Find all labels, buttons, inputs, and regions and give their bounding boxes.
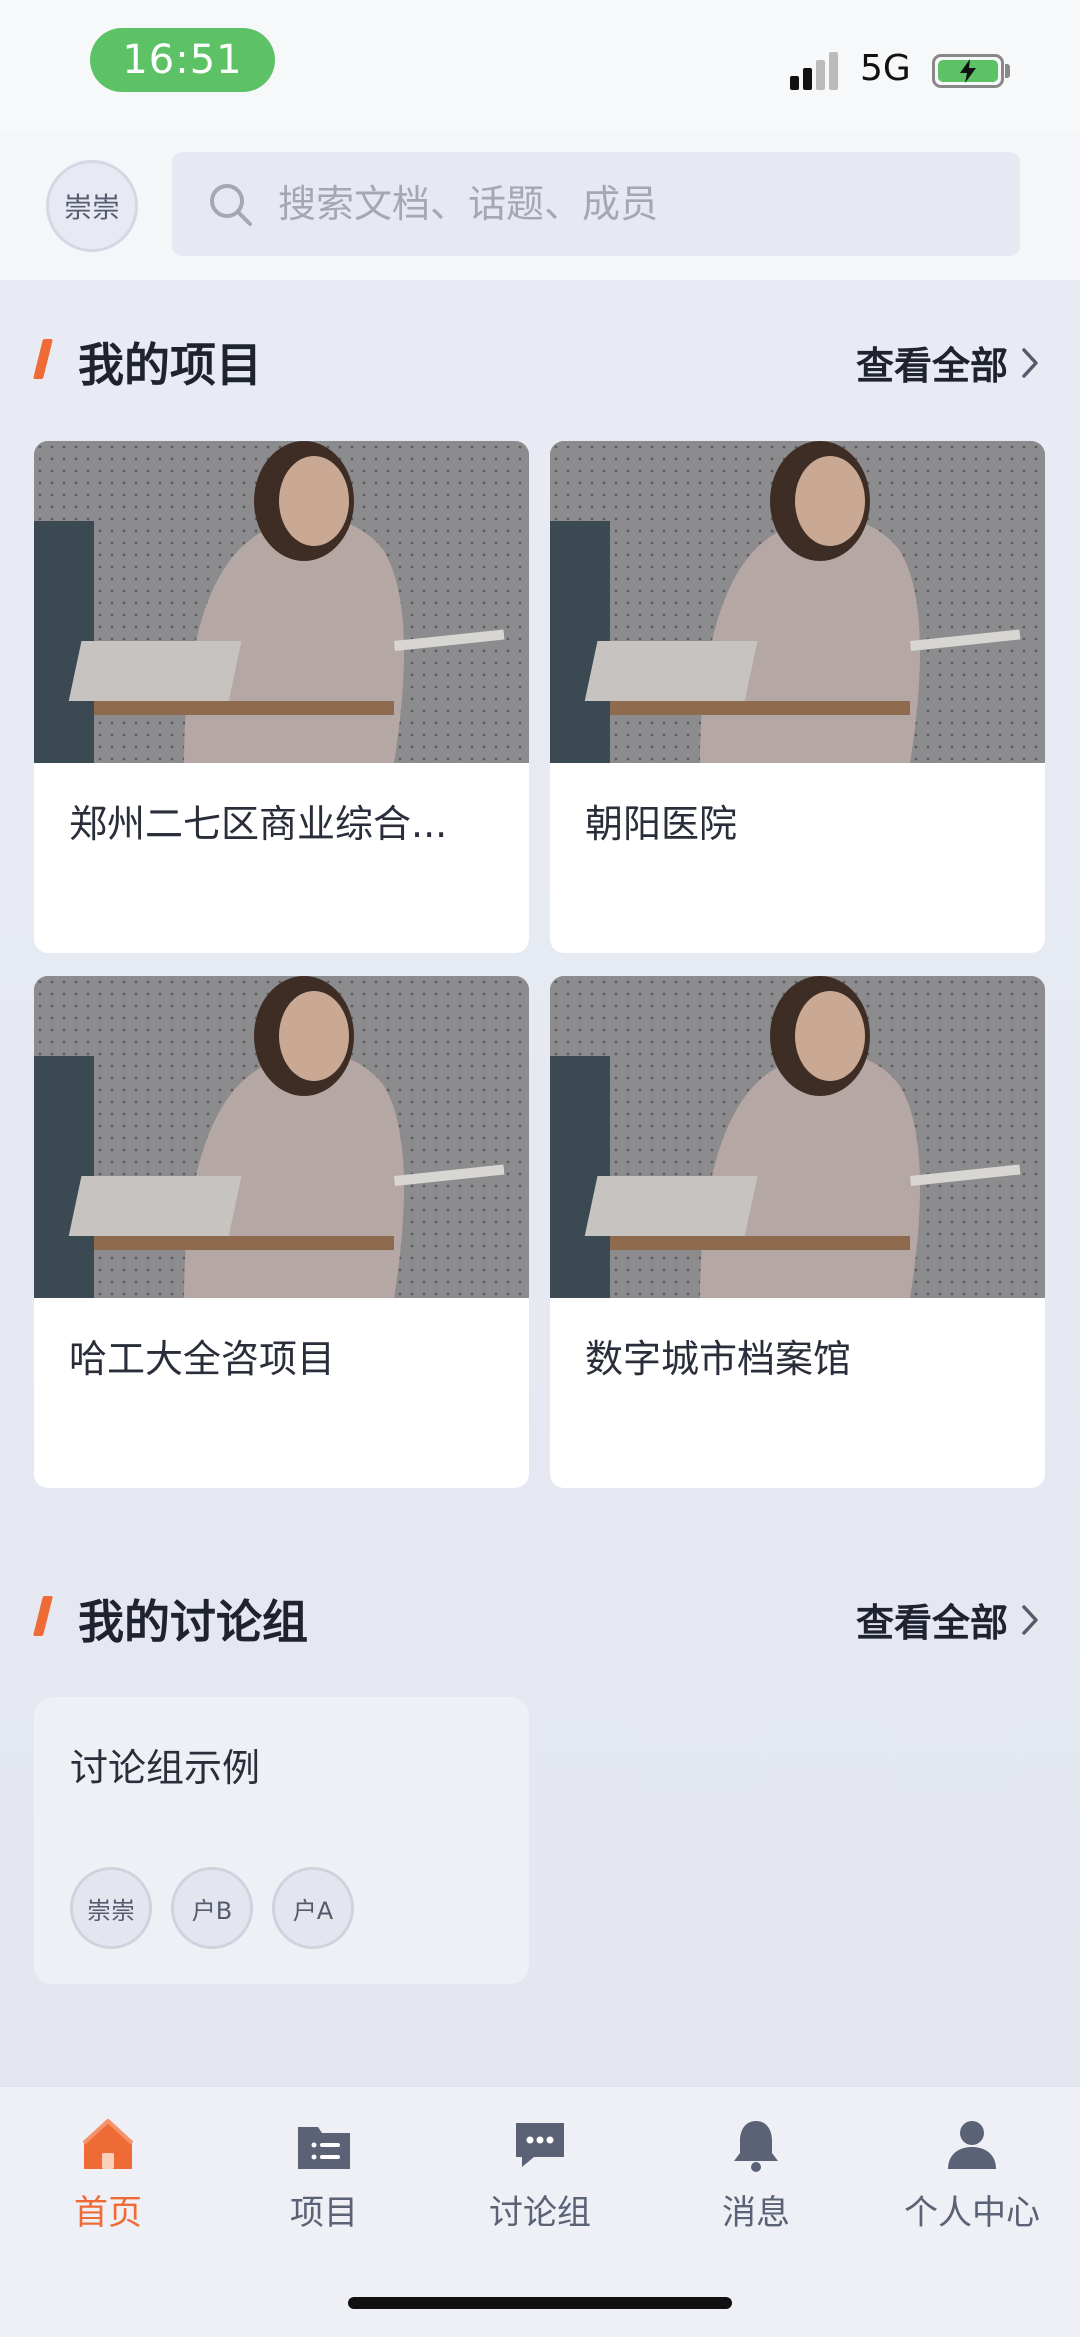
member-avatar: 户A <box>272 1867 354 1949</box>
tab-label: 项目 <box>290 2193 358 2233</box>
status-bar: 16:51 5G <box>0 0 1080 130</box>
project-name: 朝阳医院 <box>585 802 738 846</box>
projects-section-title: 我的项目 <box>78 338 262 392</box>
project-card[interactable]: 哈工大全咨项目 <box>34 976 529 1488</box>
chevron-right-icon <box>1022 1604 1038 1635</box>
tab-home[interactable]: 首页 <box>0 2115 216 2255</box>
tab-label: 首页 <box>74 2193 142 2233</box>
tab-label: 讨论组 <box>489 2193 591 2233</box>
discussion-name: 讨论组示例 <box>70 1746 261 1790</box>
discussion-view-all-button[interactable]: 查看全部 <box>856 1592 1040 1647</box>
project-cover-image <box>34 976 529 1298</box>
view-all-label: 查看全部 <box>855 1601 1008 1645</box>
home-indicator[interactable] <box>348 2297 732 2309</box>
discussion-section-header: 我的讨论组 查看全部 <box>0 1582 1080 1652</box>
project-card[interactable]: 数字城市档案馆 <box>550 976 1045 1488</box>
discussion-section-title: 我的讨论组 <box>78 1595 308 1649</box>
member-avatar: 崇崇 <box>70 1867 152 1949</box>
search-bar[interactable] <box>172 152 1020 256</box>
section-accent-bar <box>33 339 53 379</box>
project-card[interactable]: 朝阳医院 <box>550 441 1045 953</box>
tab-label: 个人中心 <box>904 2193 1040 2233</box>
header: 崇崇 <box>0 130 1080 280</box>
app-screen: 16:51 5G 崇崇 我的项目 查看全部 <box>0 0 1080 2337</box>
chevron-right-icon <box>1022 347 1038 378</box>
battery-icon <box>932 54 1004 88</box>
signal-icon <box>790 52 846 90</box>
project-name: 郑州二七区商业综合... <box>69 802 448 846</box>
project-cover-image <box>34 441 529 763</box>
tab-discussions[interactable]: 讨论组 <box>432 2115 648 2255</box>
home-icon <box>82 2119 134 2169</box>
search-input[interactable] <box>278 182 978 226</box>
bell-icon <box>734 2121 778 2172</box>
projects-section-header: 我的项目 查看全部 <box>0 325 1080 395</box>
member-avatar: 户B <box>171 1867 253 1949</box>
project-name: 数字城市档案馆 <box>585 1337 852 1381</box>
status-time: 16:51 <box>90 28 275 92</box>
person-icon <box>948 2121 996 2169</box>
tab-profile[interactable]: 个人中心 <box>864 2115 1080 2255</box>
discussion-card[interactable]: 讨论组示例 崇崇 户B 户A <box>34 1697 529 1984</box>
section-accent-bar <box>33 1596 53 1636</box>
battery-tip <box>1005 64 1010 78</box>
tab-messages[interactable]: 消息 <box>648 2115 864 2255</box>
tab-label: 消息 <box>722 2193 790 2233</box>
project-cover-image <box>550 441 1045 763</box>
network-label: 5G <box>860 48 911 89</box>
folder-list-icon <box>298 2127 350 2169</box>
projects-view-all-button[interactable]: 查看全部 <box>856 335 1040 390</box>
project-cover-image <box>550 976 1045 1298</box>
search-icon <box>210 184 252 226</box>
tab-projects[interactable]: 项目 <box>216 2115 432 2255</box>
project-card[interactable]: 郑州二七区商业综合... <box>34 441 529 953</box>
user-avatar[interactable]: 崇崇 <box>46 160 138 252</box>
project-name: 哈工大全咨项目 <box>69 1337 336 1381</box>
view-all-label: 查看全部 <box>855 344 1008 388</box>
chat-bubble-icon <box>516 2123 564 2167</box>
